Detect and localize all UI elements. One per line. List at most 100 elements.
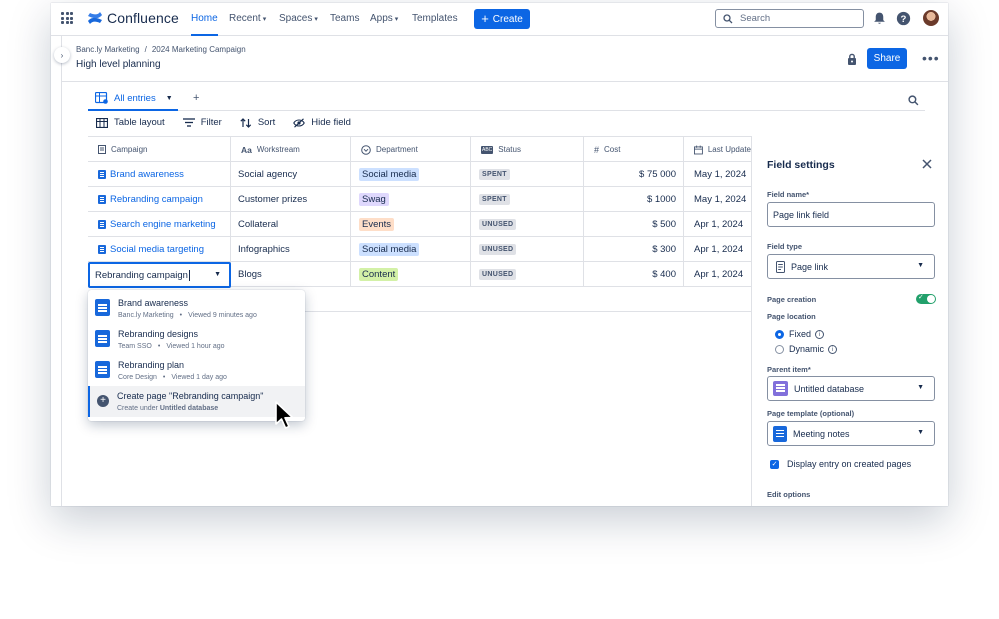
chevron-down-icon[interactable]: ▼: [214, 271, 221, 278]
column-header-status[interactable]: ABC Status: [471, 137, 584, 162]
separator-dot: •: [162, 374, 166, 381]
department-cell[interactable]: Content: [351, 262, 471, 287]
notifications-bell-icon[interactable]: [872, 11, 887, 26]
create-sub-prefix: Create under: [117, 405, 158, 412]
campaign-edit-input[interactable]: Rebranding campaign ▼: [88, 262, 231, 288]
campaign-cell[interactable]: Search engine marketing: [88, 212, 231, 237]
dropdown-option[interactable]: Rebranding plan Core Design • Viewed 1 day…: [88, 355, 305, 386]
department-cell[interactable]: Social media: [351, 237, 471, 262]
cost-cell[interactable]: $ 500: [584, 212, 684, 237]
option-meta: Core Design • Viewed 1 day ago: [118, 374, 227, 381]
status-cell[interactable]: UNUSED: [471, 212, 584, 237]
display-entry-checkbox[interactable]: ✓: [770, 460, 779, 469]
breadcrumb: Banc.ly Marketing / 2024 Marketing Campaig…: [76, 45, 246, 54]
share-button[interactable]: Share: [867, 48, 907, 69]
campaign-link[interactable]: Rebranding campaign: [110, 194, 203, 205]
department-tag: Events: [359, 218, 395, 231]
last-update-cell[interactable]: May 1, 2024: [684, 187, 751, 212]
cost-cell[interactable]: $ 300: [584, 237, 684, 262]
parent-item-select[interactable]: Untitled database ▼: [767, 376, 935, 401]
create-button[interactable]: + Create: [474, 9, 530, 29]
search-icon[interactable]: [908, 95, 919, 106]
workstream-cell[interactable]: Customer prizes: [231, 187, 351, 212]
page-template-select[interactable]: Meeting notes ▼: [767, 421, 935, 446]
field-type-select[interactable]: Page link ▼: [767, 254, 935, 279]
last-update-cell[interactable]: Apr 1, 2024: [684, 237, 751, 262]
edit-options-link[interactable]: Edit options: [767, 490, 810, 499]
nav-apps[interactable]: Apps ▾: [370, 13, 398, 24]
workstream-cell[interactable]: Blogs: [231, 262, 351, 287]
nav-recent[interactable]: Recent ▾: [229, 13, 266, 24]
radio-dynamic[interactable]: [775, 345, 784, 354]
department-cell[interactable]: Swag: [351, 187, 471, 212]
field-name-input[interactable]: Page link field: [767, 202, 935, 227]
close-icon[interactable]: [922, 159, 932, 169]
dropdown-option[interactable]: Brand awareness Banc.ly Marketing • Viewed…: [88, 293, 305, 324]
cost-cell[interactable]: $ 75 000: [584, 162, 684, 187]
campaign-link[interactable]: Search engine marketing: [110, 219, 216, 230]
column-header-cost[interactable]: # Cost: [584, 137, 684, 162]
hide-field-button[interactable]: Hide field: [293, 117, 351, 128]
breadcrumb-item[interactable]: Banc.ly Marketing: [76, 45, 140, 54]
campaign-link[interactable]: Brand awareness: [110, 169, 184, 180]
cost-cell[interactable]: $ 400: [584, 262, 684, 287]
chevron-down-icon: ▾: [394, 16, 399, 23]
more-actions-icon[interactable]: •••: [922, 51, 940, 65]
nav-teams[interactable]: Teams: [330, 13, 359, 24]
page-creation-toggle[interactable]: [916, 293, 936, 304]
sort-button[interactable]: Sort: [240, 117, 275, 128]
column-header-workstream[interactable]: Aa Workstream: [231, 137, 351, 162]
workstream-cell[interactable]: Collateral: [231, 212, 351, 237]
search-input[interactable]: Search: [715, 9, 864, 28]
page-icon: [98, 145, 106, 154]
status-cell[interactable]: UNUSED: [471, 262, 584, 287]
campaign-cell[interactable]: Brand awareness: [88, 162, 231, 187]
filter-icon: [182, 118, 195, 127]
chevron-down-icon[interactable]: ▼: [166, 95, 173, 102]
status-cell[interactable]: SPENT: [471, 187, 584, 212]
info-icon[interactable]: i: [828, 345, 838, 354]
confluence-logo[interactable]: Confluence: [87, 10, 179, 26]
campaign-link[interactable]: Social media targeting: [110, 244, 204, 255]
workstream-cell[interactable]: Social agency: [231, 162, 351, 187]
expand-sidebar-chevron-icon[interactable]: ›: [54, 47, 70, 63]
radio-dynamic-label: Dynamic i: [789, 344, 838, 354]
radio-fixed-label: Fixed i: [789, 329, 825, 339]
department-tag: Swag: [359, 193, 389, 206]
info-icon[interactable]: i: [815, 330, 825, 339]
column-header-department[interactable]: Department: [351, 137, 471, 162]
table-row: Brand awareness Social agency Social med…: [88, 162, 751, 187]
view-tabs: All entries ▼ +: [88, 89, 925, 111]
user-avatar[interactable]: [923, 10, 939, 26]
column-header-last-update[interactable]: Last Update: [684, 137, 751, 162]
tab-all-entries[interactable]: All entries ▼: [95, 92, 173, 104]
breadcrumb-item[interactable]: 2024 Marketing Campaign: [152, 45, 246, 54]
nav-templates[interactable]: Templates: [412, 13, 458, 24]
lock-icon[interactable]: [847, 53, 857, 65]
workstream-cell[interactable]: Infographics: [231, 237, 351, 262]
logo-text: Confluence: [107, 10, 179, 26]
last-update-cell[interactable]: Apr 1, 2024: [684, 262, 751, 287]
create-page-option[interactable]: + Create page "Rebranding campaign" Crea…: [88, 386, 305, 417]
dropdown-option[interactable]: Rebranding designs Team SSO • Viewed 1 hou…: [88, 324, 305, 355]
header-divider: [62, 81, 948, 82]
status-cell[interactable]: UNUSED: [471, 237, 584, 262]
status-cell[interactable]: SPENT: [471, 162, 584, 187]
department-cell[interactable]: Social media: [351, 162, 471, 187]
nav-home[interactable]: Home: [191, 13, 218, 24]
radio-fixed[interactable]: [775, 330, 784, 339]
filter-button[interactable]: Filter: [182, 117, 222, 128]
campaign-cell[interactable]: Rebranding campaign: [88, 187, 231, 212]
add-view-button[interactable]: +: [193, 92, 199, 104]
nav-spaces[interactable]: Spaces ▾: [279, 13, 318, 24]
department-cell[interactable]: Events: [351, 212, 471, 237]
app-switcher-icon[interactable]: [61, 12, 73, 24]
last-update-cell[interactable]: Apr 1, 2024: [684, 212, 751, 237]
help-icon[interactable]: ?: [896, 11, 911, 26]
table-layout-button[interactable]: Table layout: [96, 117, 165, 128]
last-update-cell[interactable]: May 1, 2024: [684, 162, 751, 187]
campaign-cell[interactable]: Social media targeting: [88, 237, 231, 262]
column-header-campaign[interactable]: Campaign: [88, 137, 231, 162]
page-icon: [98, 195, 106, 204]
cost-cell[interactable]: $ 1000: [584, 187, 684, 212]
